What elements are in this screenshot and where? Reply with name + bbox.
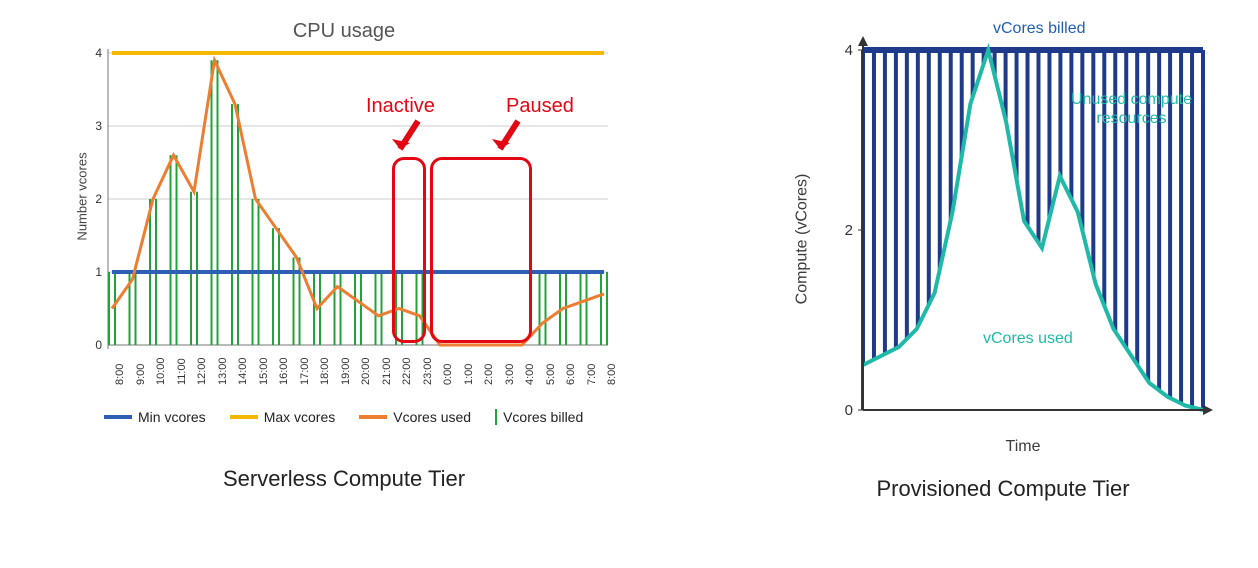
- x-tick: 16:00: [278, 357, 290, 385]
- svg-text:4: 4: [845, 42, 853, 59]
- x-tick: 2:00: [483, 364, 495, 385]
- paused-arrow-icon: [488, 119, 528, 159]
- provisioned-panel: Compute (vCores) 0 2 4 vCores billed Unuse…: [778, 20, 1228, 558]
- left-chart-title: CPU usage: [64, 20, 624, 43]
- x-tick: 10:00: [155, 357, 167, 385]
- legend-billed-label: Vcores billed: [503, 409, 583, 425]
- x-tick: 15:00: [258, 357, 270, 385]
- legend-used-vcores: Vcores used: [359, 409, 471, 425]
- x-tick: 14:00: [237, 357, 249, 385]
- x-tick: 11:00: [176, 358, 188, 385]
- used-annot: vCores used: [983, 330, 1073, 348]
- chart-comparison-container: CPU usage Number vcores 01234 Inactive P…: [0, 0, 1258, 568]
- svg-text:3: 3: [95, 119, 102, 133]
- left-legend: Min vcores Max vcores Vcores used Vcores…: [64, 409, 624, 425]
- svg-text:1: 1: [95, 265, 102, 279]
- legend-used-label: Vcores used: [393, 409, 471, 425]
- x-tick: 23:00: [422, 357, 434, 385]
- unused-annot: Unused compute resources: [1071, 90, 1192, 128]
- right-caption: Provisioned Compute Tier: [876, 476, 1129, 502]
- svg-text:0: 0: [95, 338, 102, 352]
- left-caption: Serverless Compute Tier: [223, 466, 465, 492]
- inactive-box: [392, 157, 426, 343]
- x-tick: 18:00: [319, 357, 331, 385]
- right-x-axis-label: Time: [833, 438, 1213, 456]
- x-tick: 6:00: [565, 364, 577, 385]
- inactive-label: Inactive: [366, 95, 435, 118]
- x-tick: 3:00: [504, 364, 516, 385]
- x-tick: 22:00: [401, 357, 413, 385]
- right-y-axis-label: Compute (vCores): [793, 174, 811, 305]
- paused-label: Paused: [506, 95, 574, 118]
- x-tick: 1:00: [463, 364, 475, 385]
- x-tick: 17:00: [299, 357, 311, 385]
- left-y-axis-label: Number vcores: [75, 152, 90, 240]
- x-tick: 9:00: [135, 364, 147, 385]
- x-tick: 20:00: [360, 357, 372, 385]
- legend-billed-vcores: Vcores billed: [495, 409, 583, 425]
- legend-max-label: Max vcores: [264, 409, 336, 425]
- billed-annot: vCores billed: [993, 20, 1085, 38]
- legend-max-vcores: Max vcores: [230, 409, 336, 425]
- x-tick: 8:00: [606, 364, 618, 385]
- x-tick: 13:00: [217, 357, 229, 385]
- serverless-panel: CPU usage Number vcores 01234 Inactive P…: [30, 20, 658, 558]
- x-tick: 4:00: [524, 364, 536, 385]
- svg-text:0: 0: [845, 402, 853, 419]
- x-tick: 5:00: [545, 364, 557, 385]
- legend-min-vcores: Min vcores: [104, 409, 206, 425]
- serverless-chart: CPU usage Number vcores 01234 Inactive P…: [64, 20, 624, 450]
- legend-min-label: Min vcores: [138, 409, 206, 425]
- provisioned-chart: Compute (vCores) 0 2 4 vCores billed Unuse…: [793, 20, 1213, 460]
- left-plot-svg: 01234: [108, 49, 608, 349]
- x-tick: 8:00: [114, 364, 126, 385]
- x-tick: 12:00: [196, 357, 208, 385]
- x-tick: 19:00: [340, 357, 352, 385]
- svg-text:4: 4: [95, 46, 102, 60]
- x-tick: 21:00: [381, 357, 393, 385]
- x-tick: 0:00: [442, 364, 454, 385]
- x-tick: 7:00: [586, 364, 598, 385]
- svg-text:2: 2: [95, 192, 102, 206]
- svg-text:2: 2: [845, 222, 853, 239]
- paused-box: [430, 157, 532, 343]
- inactive-arrow-icon: [388, 119, 428, 159]
